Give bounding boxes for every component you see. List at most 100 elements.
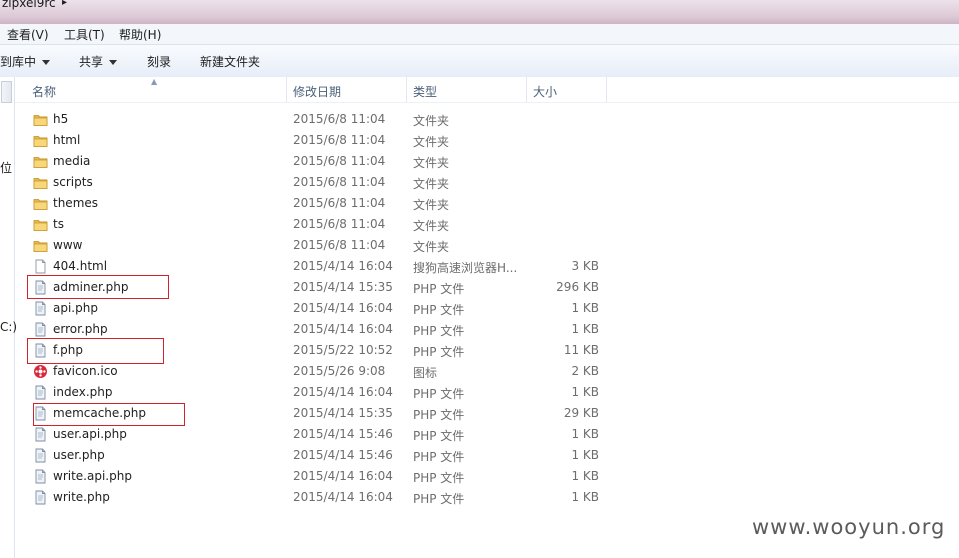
file-type: 文件夹 — [413, 219, 450, 233]
share-button[interactable]: 共享 — [79, 53, 118, 70]
file-date: 2015/6/8 11:04 — [293, 112, 386, 126]
file-size: 1 KB — [571, 301, 599, 315]
file-date: 2015/6/8 11:04 — [293, 238, 386, 252]
php-file-icon — [33, 490, 48, 505]
file-size: 3 KB — [571, 259, 599, 273]
column-header-type[interactable]: 类型 — [407, 77, 527, 102]
column-header-name[interactable]: 名称 ▲ — [15, 77, 287, 102]
folder-icon — [33, 154, 48, 169]
file-row[interactable]: index.php 2015/4/14 16:04 PHP 文件 1 KB — [0, 382, 959, 403]
file-date: 2015/6/8 11:04 — [293, 154, 386, 168]
file-type: 文件夹 — [413, 135, 450, 149]
file-type: PHP 文件 — [413, 408, 465, 422]
file-date: 2015/4/14 16:04 — [293, 322, 393, 336]
file-name: themes — [53, 196, 99, 210]
file-row[interactable]: themes 2015/6/8 11:04 文件夹 — [0, 193, 959, 214]
file-size: 1 KB — [571, 385, 599, 399]
file-date: 2015/6/8 11:04 — [293, 196, 386, 210]
file-name: 404.html — [53, 259, 108, 273]
file-name: h5 — [53, 112, 69, 126]
file-row[interactable]: scripts 2015/6/8 11:04 文件夹 — [0, 172, 959, 193]
file-type: PHP 文件 — [413, 492, 465, 506]
file-type: 图标 — [413, 366, 438, 380]
file-name: media — [53, 154, 91, 168]
file-date: 2015/4/14 15:35 — [293, 280, 393, 294]
file-name: ts — [53, 217, 64, 231]
file-type: PHP 文件 — [413, 450, 465, 464]
red-highlight-box — [27, 338, 164, 364]
nav-scrollbar-thumb[interactable] — [1, 81, 12, 103]
include-in-library-button[interactable]: 到库中 — [0, 53, 51, 70]
file-row[interactable]: user.php 2015/4/14 15:46 PHP 文件 1 KB — [0, 445, 959, 466]
file-date: 2015/4/14 16:04 — [293, 385, 393, 399]
command-bar: 到库中 共享 刻录 新建文件夹 — [0, 44, 959, 78]
file-row[interactable]: www 2015/6/8 11:04 文件夹 — [0, 235, 959, 256]
html-file-icon — [33, 259, 48, 274]
folder-icon — [33, 112, 48, 127]
column-header-date[interactable]: 修改日期 — [287, 77, 407, 102]
file-size: 1 KB — [571, 322, 599, 336]
file-date: 2015/4/14 16:04 — [293, 490, 393, 504]
file-name: scripts — [53, 175, 93, 189]
address-bar[interactable]: zipxel9rc ▸ — [0, 0, 959, 25]
file-date: 2015/4/14 15:35 — [293, 406, 393, 420]
file-row[interactable]: h5 2015/6/8 11:04 文件夹 — [0, 109, 959, 130]
menu-help[interactable]: 帮助(H) — [119, 26, 161, 43]
file-row[interactable]: api.php 2015/4/14 16:04 PHP 文件 1 KB — [0, 298, 959, 319]
file-size: 2 KB — [571, 364, 599, 378]
php-file-icon — [33, 448, 48, 463]
file-date: 2015/4/14 16:04 — [293, 259, 393, 273]
menu-view[interactable]: 查看(V) — [7, 26, 49, 43]
column-header-size[interactable]: 大小 — [527, 77, 607, 102]
file-row[interactable]: favicon.ico 2015/5/26 9:08 图标 2 KB — [0, 361, 959, 382]
file-row[interactable]: ts 2015/6/8 11:04 文件夹 — [0, 214, 959, 235]
file-type: PHP 文件 — [413, 345, 465, 359]
folder-icon — [33, 175, 48, 190]
file-size: 29 KB — [563, 406, 599, 420]
folder-icon — [33, 133, 48, 148]
menu-tools[interactable]: 工具(T) — [64, 26, 105, 43]
column-size-label: 大小 — [533, 85, 558, 99]
include-in-library-label: 到库中 — [0, 55, 37, 69]
sort-ascending-icon: ▲ — [151, 77, 158, 86]
file-name: user.api.php — [53, 427, 127, 441]
red-highlight-box — [33, 403, 185, 426]
burn-button[interactable]: 刻录 — [147, 53, 171, 70]
file-type: PHP 文件 — [413, 387, 465, 401]
file-row[interactable]: write.php 2015/4/14 16:04 PHP 文件 1 KB — [0, 487, 959, 508]
file-type: 文件夹 — [413, 177, 450, 191]
file-size: 1 KB — [571, 448, 599, 462]
file-name: write.api.php — [53, 469, 132, 483]
php-file-icon — [33, 301, 48, 316]
file-type: PHP 文件 — [413, 282, 465, 296]
file-type: PHP 文件 — [413, 324, 465, 338]
column-date-label: 修改日期 — [293, 85, 342, 99]
chevron-right-icon[interactable]: ▸ — [62, 0, 67, 8]
file-name: www — [53, 238, 83, 252]
file-row[interactable]: html 2015/6/8 11:04 文件夹 — [0, 130, 959, 151]
file-name: api.php — [53, 301, 98, 315]
file-name: html — [53, 133, 81, 147]
file-row[interactable]: 404.html 2015/4/14 16:04 搜狗高速浏览器H... 3 KB — [0, 256, 959, 277]
file-row[interactable]: user.api.php 2015/4/14 15:46 PHP 文件 1 KB — [0, 424, 959, 445]
php-file-icon — [33, 427, 48, 442]
file-date: 2015/4/14 16:04 — [293, 301, 393, 315]
file-date: 2015/6/8 11:04 — [293, 133, 386, 147]
file-row[interactable]: error.php 2015/4/14 16:04 PHP 文件 1 KB — [0, 319, 959, 340]
file-date: 2015/4/14 16:04 — [293, 469, 393, 483]
file-size: 1 KB — [571, 469, 599, 483]
file-date: 2015/6/8 11:04 — [293, 175, 386, 189]
new-folder-button[interactable]: 新建文件夹 — [200, 53, 260, 70]
file-type: 文件夹 — [413, 114, 450, 128]
folder-icon — [33, 196, 48, 211]
file-size: 1 KB — [571, 427, 599, 441]
file-size: 11 KB — [563, 343, 599, 357]
folder-icon — [33, 238, 48, 253]
file-date: 2015/5/22 10:52 — [293, 343, 393, 357]
file-row[interactable]: write.api.php 2015/4/14 16:04 PHP 文件 1 KB — [0, 466, 959, 487]
file-row[interactable]: media 2015/6/8 11:04 文件夹 — [0, 151, 959, 172]
address-path[interactable]: zipxel9rc — [2, 0, 56, 10]
file-name: index.php — [53, 385, 113, 399]
php-file-icon — [33, 469, 48, 484]
file-date: 2015/4/14 15:46 — [293, 427, 393, 441]
